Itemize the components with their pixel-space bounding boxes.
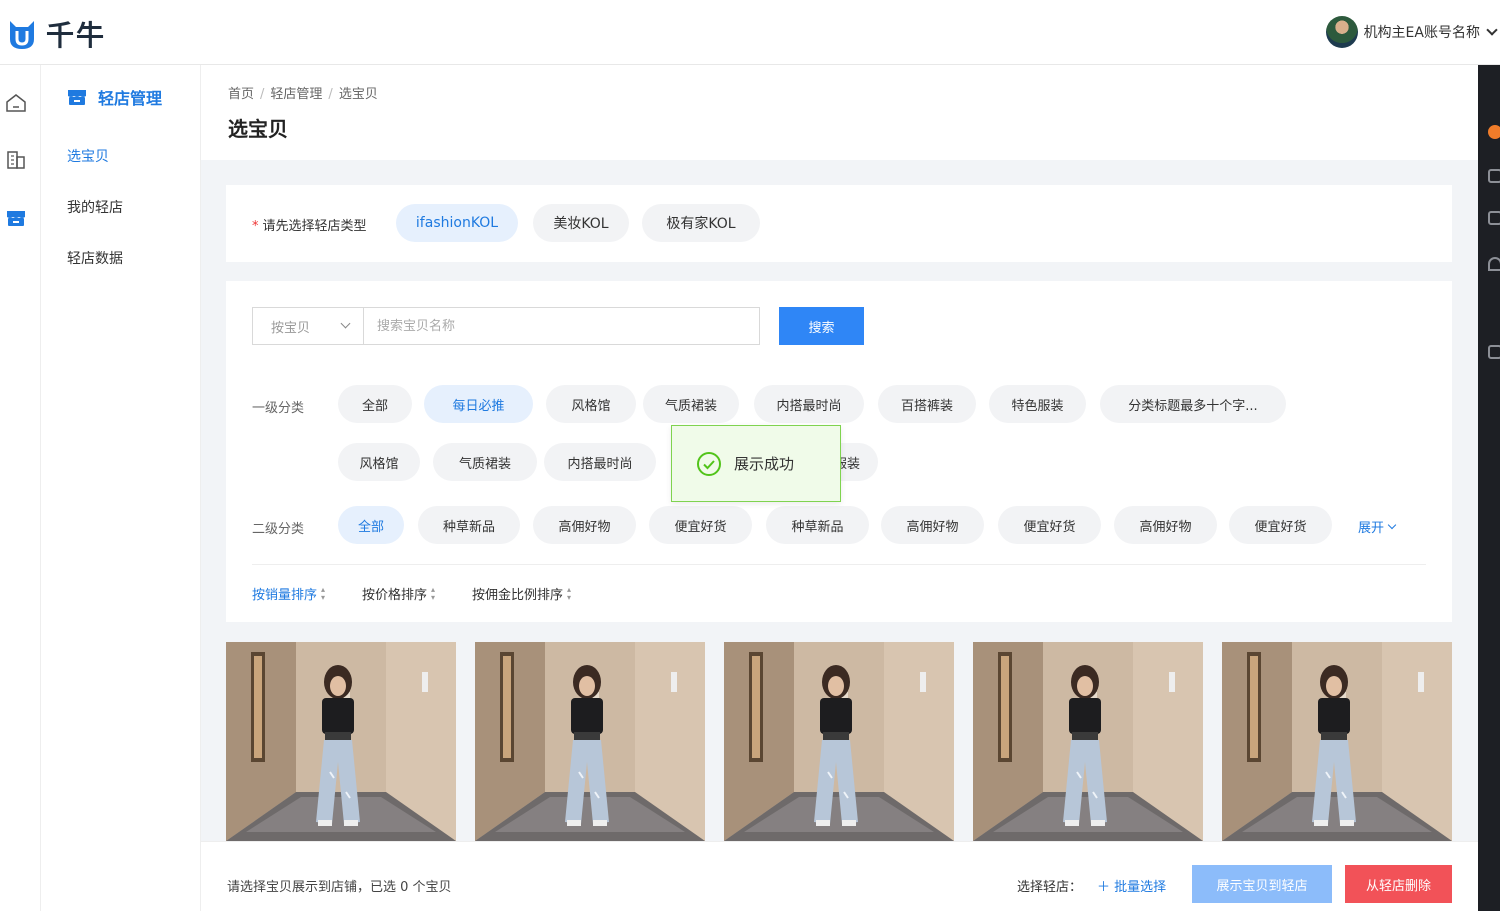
search-input[interactable]	[363, 307, 760, 345]
category2-chip[interactable]: 种草新品	[418, 506, 520, 544]
sort-label: 按销量排序	[252, 588, 318, 603]
category1-chip[interactable]: 气质裙装	[643, 385, 739, 423]
selection-info: 请选择宝贝展示到店铺，已选 0 个宝贝	[227, 880, 452, 895]
sort-arrows-icon: ▴ ▾	[431, 584, 436, 602]
expand-label: 展开	[1358, 521, 1385, 536]
building-icon[interactable]	[5, 149, 27, 171]
sort-arrows-icon: ▴ ▾	[567, 584, 572, 602]
breadcrumb-home[interactable]: 首页	[228, 87, 254, 102]
sub-navigation: 轻店管理 选宝贝 我的轻店 轻店数据	[41, 65, 201, 911]
qianniu-logo-icon	[10, 21, 34, 49]
breadcrumb-store-management[interactable]: 轻店管理	[270, 87, 322, 102]
window-icon[interactable]	[1488, 211, 1500, 225]
product-image[interactable]	[475, 642, 705, 841]
user-name: 机构主EA账号名称	[1363, 25, 1480, 41]
category1-label: 一级分类	[252, 401, 305, 416]
app-logo-text: 千牛	[46, 19, 107, 52]
home-icon[interactable]	[5, 92, 27, 114]
subnav-title: 轻店管理	[98, 89, 163, 108]
chevron-down-icon	[340, 318, 351, 329]
category1-chip[interactable]: 内搭最时尚	[754, 385, 864, 423]
store-icon	[68, 90, 86, 105]
product-image[interactable]	[724, 642, 954, 841]
category1-chip[interactable]: 气质裙装	[433, 443, 537, 481]
sidebar-item-my-store[interactable]: 我的轻店	[67, 197, 123, 217]
sort-label: 按价格排序	[362, 588, 428, 603]
category1-chip[interactable]: 全部	[338, 385, 412, 423]
icon-rail	[0, 65, 41, 911]
category1-chip[interactable]: 百搭裤装	[878, 385, 976, 423]
remove-from-store-button[interactable]: 从轻店删除	[1345, 865, 1452, 903]
check-circle-icon	[697, 451, 721, 476]
product-image[interactable]	[1222, 642, 1452, 841]
layers-icon[interactable]	[1488, 169, 1500, 183]
category1-chip-active[interactable]: 每日必推	[424, 385, 533, 423]
page-title: 选宝贝	[228, 117, 288, 141]
show-in-store-button[interactable]: 展示宝贝到轻店	[1192, 865, 1332, 903]
sort-arrows-icon: ▴ ▾	[321, 584, 326, 602]
store-type-card: * 请先选择轻店类型 ifashionKOL 美妆KOL 极有家KOL	[226, 185, 1452, 262]
store-type-ifashionkol[interactable]: ifashionKOL	[396, 204, 518, 242]
product-image[interactable]	[226, 642, 456, 841]
breadcrumb: 首页 / 轻店管理 / 选宝贝	[228, 83, 378, 102]
page-header: 首页 / 轻店管理 / 选宝贝 选宝贝	[201, 65, 1478, 160]
store-type-home-kol[interactable]: 极有家KOL	[642, 204, 760, 242]
sidebar-item-select-products[interactable]: 选宝贝	[67, 146, 109, 166]
store-type-beauty-kol[interactable]: 美妆KOL	[533, 204, 629, 242]
category1-chip[interactable]: 内搭最时尚	[544, 443, 656, 481]
category2-chip[interactable]: 便宜好货	[998, 506, 1101, 544]
subnav-header: 轻店管理	[66, 85, 162, 109]
toast-text: 展示成功	[734, 455, 795, 473]
category1-chip[interactable]: 风格馆	[546, 385, 636, 423]
category2-label: 二级分类	[252, 522, 305, 537]
category2-chip[interactable]: 种草新品	[766, 506, 869, 544]
category1-chip[interactable]: 风格馆	[338, 443, 420, 481]
breadcrumb-separator: /	[328, 87, 333, 102]
sidebar-item-store-data[interactable]: 轻店数据	[67, 248, 123, 268]
category1-chip[interactable]: 分类标题最多十个字...	[1100, 385, 1286, 423]
chevron-down-icon	[1387, 520, 1397, 529]
chevron-down-icon	[1486, 23, 1498, 36]
headset-icon[interactable]	[1488, 257, 1500, 271]
search-button[interactable]: 搜索	[779, 307, 864, 345]
category2-chip[interactable]: 高佣好物	[1114, 506, 1217, 544]
store-type-label: * 请先选择轻店类型	[252, 215, 367, 234]
sort-by-price[interactable]: 按价格排序 ▴ ▾	[362, 584, 435, 603]
success-toast: 展示成功	[671, 425, 841, 502]
avatar	[1325, 16, 1358, 48]
right-toolbar	[1478, 65, 1500, 911]
divider	[252, 564, 1426, 565]
store-icon[interactable]	[5, 207, 27, 229]
notification-icon[interactable]	[1488, 125, 1500, 139]
app-logo[interactable]: 千牛	[6, 14, 106, 54]
product-image[interactable]	[973, 642, 1203, 841]
category2-chip[interactable]: 便宜好货	[1229, 506, 1332, 544]
required-mark: *	[252, 219, 259, 234]
bottom-action-bar: 请选择宝贝展示到店铺，已选 0 个宝贝 选择轻店： ＋ 批量选择 展示宝贝到轻店…	[201, 841, 1478, 911]
sort-label: 按佣金比例排序	[472, 588, 564, 603]
sort-by-sales[interactable]: 按销量排序 ▴ ▾	[252, 584, 325, 603]
breadcrumb-current: 选宝贝	[338, 87, 378, 102]
category2-chip-active[interactable]: 全部	[338, 506, 404, 544]
sort-by-commission[interactable]: 按佣金比例排序 ▴ ▾	[472, 584, 571, 603]
top-bar: 千牛 机构主EA账号名称	[0, 0, 1500, 65]
search-mode-value: 按宝贝	[271, 320, 311, 336]
breadcrumb-separator: /	[260, 87, 265, 102]
document-icon[interactable]	[1488, 345, 1500, 359]
search-mode-select[interactable]: 按宝贝	[252, 307, 363, 345]
category2-chip[interactable]: 高佣好物	[881, 506, 984, 544]
category2-chip[interactable]: 高佣好物	[533, 506, 636, 544]
user-menu[interactable]: 机构主EA账号名称	[1325, 16, 1500, 48]
expand-categories-button[interactable]: 展开	[1358, 517, 1397, 536]
pick-store-label: 选择轻店：	[1017, 880, 1083, 895]
store-type-label-text: 请先选择轻店类型	[262, 219, 367, 234]
category2-chip[interactable]: 便宜好货	[649, 506, 752, 544]
batch-select-link[interactable]: ＋ 批量选择	[1097, 876, 1166, 895]
category1-chip[interactable]: 特色服装	[989, 385, 1086, 423]
